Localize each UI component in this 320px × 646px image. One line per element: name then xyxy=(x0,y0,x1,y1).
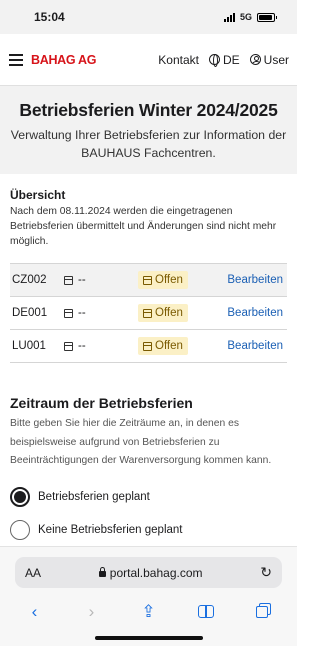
status-badge: Offen xyxy=(138,271,188,289)
status-label: Offen xyxy=(155,340,183,352)
tabs-icon[interactable] xyxy=(248,602,278,622)
period-title: Zeitraum der Betriebsferien xyxy=(10,395,193,411)
signal-icon xyxy=(223,12,235,22)
option-planned[interactable]: Betriebsferien geplant xyxy=(10,481,287,514)
edit-link[interactable]: Bearbeiten xyxy=(227,340,287,352)
table-row: CZ002 -- Offen Bearbeiten xyxy=(10,264,287,297)
edit-link[interactable]: Bearbeiten xyxy=(227,307,287,319)
language-label: DE xyxy=(222,52,240,67)
table-row: LU001 -- Offen Bearbeiten xyxy=(10,330,287,363)
browser-chrome: AA portal.bahag.com ↻ ‹ › ⇪ xyxy=(0,546,297,646)
period-section: Zeitraum der Betriebsferien Bitte geben … xyxy=(0,363,297,547)
date-cell: -- xyxy=(64,340,138,352)
overview-note: Nach dem 08.11.2024 werden die eingetrag… xyxy=(10,206,277,247)
user-icon xyxy=(249,54,261,65)
app-header: BAHAG AG Kontakt DE User xyxy=(0,34,297,86)
calendar-icon xyxy=(64,308,73,318)
calendar-icon xyxy=(143,275,152,285)
user-label: User xyxy=(263,52,289,67)
browser-toolbar: ‹ › ⇪ xyxy=(0,599,297,625)
radio-button[interactable] xyxy=(10,520,30,540)
url-display[interactable]: portal.bahag.com xyxy=(41,566,260,580)
network-label: 5G xyxy=(239,12,252,22)
page-subtitle: Verwaltung Ihrer Betriebsferien zur Info… xyxy=(10,128,287,160)
date-cell: -- xyxy=(64,307,138,319)
lock-icon xyxy=(98,567,106,577)
reload-icon[interactable]: ↻ xyxy=(260,564,272,581)
option-label: Betriebsferien geplant xyxy=(38,491,150,503)
store-code: DE001 xyxy=(12,307,48,319)
calendar-icon xyxy=(64,275,73,285)
store-code: CZ002 xyxy=(12,274,47,286)
battery-icon xyxy=(257,12,277,22)
date-cell: -- xyxy=(64,274,138,286)
calendar-icon xyxy=(143,341,152,351)
forward-icon[interactable]: › xyxy=(77,602,107,622)
edit-link[interactable]: Bearbeiten xyxy=(227,274,287,286)
store-code: LU001 xyxy=(12,340,46,352)
table-row: DE001 -- Offen Bearbeiten xyxy=(10,297,287,330)
share-icon[interactable]: ⇪ xyxy=(134,602,164,622)
option-not-planned[interactable]: Keine Betriebsferien geplant xyxy=(10,514,287,547)
overview-title: Übersicht xyxy=(10,188,66,202)
calendar-icon xyxy=(143,308,152,318)
brand-logo[interactable]: BAHAG AG xyxy=(31,53,158,67)
date-value: -- xyxy=(78,340,86,352)
page-hero: Betriebsferien Winter 2024/2025 Verwaltu… xyxy=(0,86,297,174)
url-text: portal.bahag.com xyxy=(109,565,203,580)
language-selector[interactable]: DE xyxy=(208,52,240,67)
status-badge: Offen xyxy=(138,304,188,322)
address-bar[interactable]: AA portal.bahag.com ↻ xyxy=(15,557,282,588)
page-title: Betriebsferien Winter 2024/2025 xyxy=(19,100,278,120)
calendar-icon xyxy=(64,341,73,351)
globe-icon xyxy=(208,54,220,67)
status-label: Offen xyxy=(155,274,183,286)
option-label: Keine Betriebsferien geplant xyxy=(38,524,183,536)
status-label: Offen xyxy=(155,307,183,319)
header-nav: Kontakt DE User xyxy=(158,53,289,67)
date-value: -- xyxy=(78,307,86,319)
status-badge: Offen xyxy=(138,337,188,355)
store-table: CZ002 -- Offen Bearbeiten DE001 -- Offen… xyxy=(10,263,287,363)
user-menu[interactable]: User xyxy=(249,52,289,67)
status-indicators: 5G xyxy=(223,12,277,22)
bookmarks-icon[interactable] xyxy=(191,602,221,622)
status-time: 15:04 xyxy=(34,10,65,24)
status-bar: 15:04 5G xyxy=(0,0,297,34)
home-indicator xyxy=(94,636,203,640)
period-note: Bitte geben Sie hier die Zeiträume an, i… xyxy=(10,418,272,466)
overview-section: Übersicht Nach dem 08.11.2024 werden die… xyxy=(0,174,297,363)
back-icon[interactable]: ‹ xyxy=(20,602,50,622)
menu-icon[interactable] xyxy=(9,53,23,66)
contact-link[interactable]: Kontakt xyxy=(158,53,199,67)
text-size-button[interactable]: AA xyxy=(25,566,41,580)
radio-button-selected[interactable] xyxy=(10,487,30,507)
date-value: -- xyxy=(78,274,86,286)
